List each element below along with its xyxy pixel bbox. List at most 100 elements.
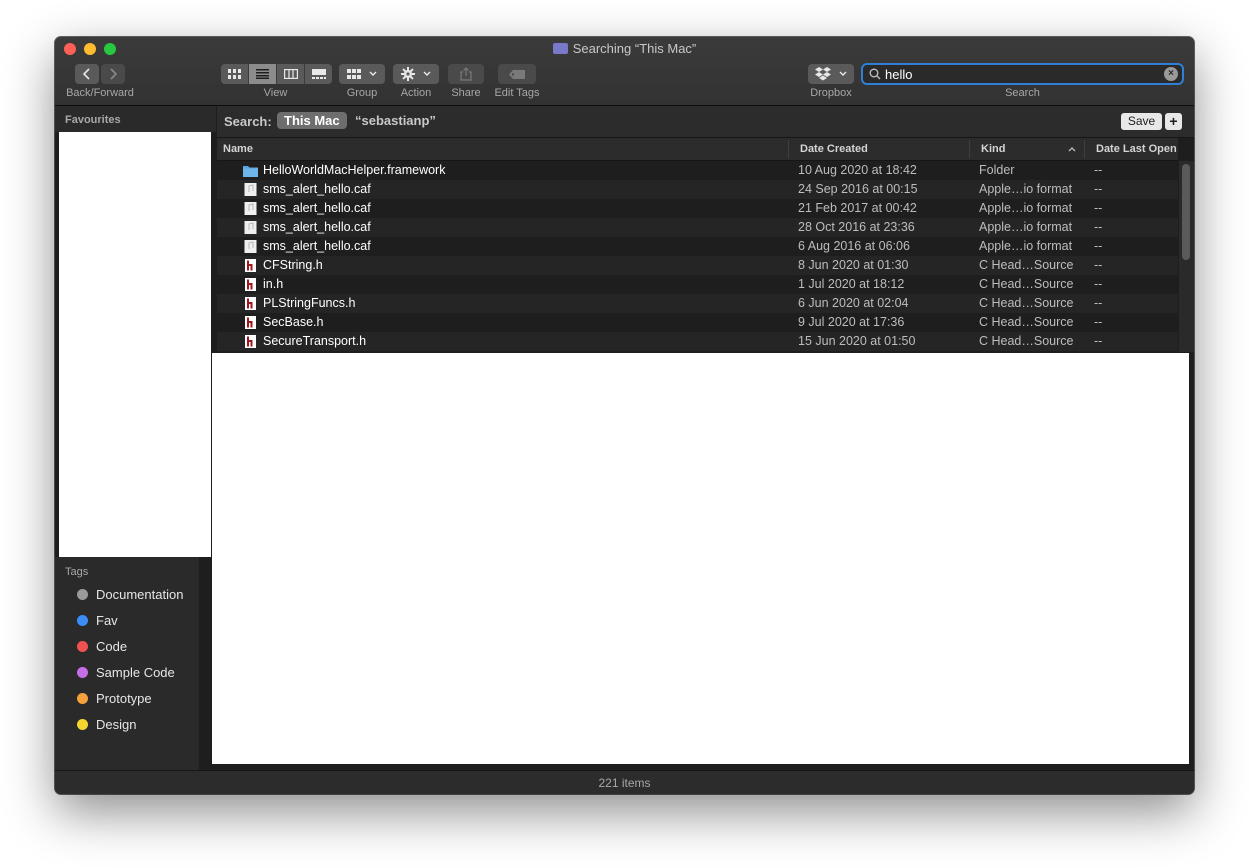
dropbox-label: Dropbox (810, 87, 852, 99)
scope-user-button[interactable]: “sebastianp” (355, 113, 436, 128)
group-icon (347, 69, 361, 79)
table-row[interactable]: sms_alert_hello.caf 6 Aug 2016 at 06:06 … (217, 237, 1178, 256)
gear-icon (401, 67, 415, 81)
scope-label: Search: (224, 114, 272, 129)
column-date-created[interactable]: Date Created (800, 142, 868, 156)
tag-dot-icon (77, 640, 88, 652)
audio-file-icon (244, 202, 257, 215)
sidebar-tag-sample-code[interactable]: Sample Code (77, 662, 175, 682)
tag-dot-icon (77, 692, 88, 704)
sidebar-tag-documentation[interactable]: Documentation (77, 584, 183, 604)
sidebar-tags: Tags Documentation Fav Code Sample Code … (55, 557, 199, 787)
column-view-button[interactable] (277, 64, 305, 84)
action-button[interactable] (393, 64, 439, 84)
tag-dot-icon (77, 666, 88, 678)
header-file-icon (245, 335, 256, 348)
sidebar-favourites-area (59, 132, 211, 557)
tag-dot-icon (77, 614, 88, 626)
favourites-heading: Favourites (65, 114, 121, 126)
chevron-down-icon (369, 71, 377, 76)
search-input[interactable] (881, 66, 1164, 82)
table-row[interactable]: sms_alert_hello.caf 21 Feb 2017 at 00:42… (217, 199, 1178, 218)
dropbox-icon (815, 67, 831, 81)
share-icon (460, 67, 472, 81)
table-row[interactable]: SecureTransport.h 15 Jun 2020 at 01:50 C… (217, 332, 1178, 351)
table-row[interactable]: SecBase.h 9 Jul 2020 at 17:36 C Head…Sou… (217, 313, 1178, 332)
column-kind[interactable]: Kind (981, 142, 1005, 156)
tag-icon (509, 69, 525, 79)
edit-tags-button[interactable] (498, 64, 536, 84)
content-area-blank (212, 353, 1189, 764)
grid-icon (228, 69, 241, 79)
table-row[interactable]: sms_alert_hello.caf 28 Oct 2016 at 23:36… (217, 218, 1178, 237)
table-row[interactable]: PLStringFuncs.h 6 Jun 2020 at 02:04 C He… (217, 294, 1178, 313)
share-button[interactable] (448, 64, 484, 84)
view-label: View (263, 87, 288, 99)
scope-this-mac-button[interactable]: This Mac (277, 112, 347, 129)
table-row[interactable]: sms_alert_hello.caf 24 Sep 2016 at 00:15… (217, 180, 1178, 199)
sidebar-tag-code[interactable]: Code (77, 636, 127, 656)
table-row[interactable]: CFString.h 8 Jun 2020 at 01:30 C Head…So… (217, 256, 1178, 275)
header-file-icon (245, 259, 256, 272)
add-criteria-button[interactable]: + (1165, 113, 1182, 130)
table-row[interactable]: in.h 1 Jul 2020 at 18:12 C Head…Source -… (217, 275, 1178, 294)
header-file-icon (245, 316, 256, 329)
search-label: Search (1005, 87, 1040, 99)
column-header: Name Date Created Kind Date Last Open (217, 138, 1178, 161)
list-icon (256, 69, 269, 79)
view-segmented-control (221, 64, 332, 84)
sidebar-tag-design[interactable]: Design (77, 714, 136, 734)
sidebar-tag-prototype[interactable]: Prototype (77, 688, 152, 708)
clear-search-icon[interactable]: × (1164, 67, 1178, 81)
back-forward-label: Back/Forward (66, 87, 134, 99)
back-button[interactable] (75, 64, 99, 84)
columns-icon (283, 69, 298, 79)
sort-ascending-icon (1068, 147, 1076, 152)
column-divider[interactable] (969, 140, 970, 158)
chevron-down-icon (423, 71, 431, 76)
edit-tags-label: Edit Tags (494, 87, 540, 99)
list-view-button[interactable] (249, 64, 277, 84)
icon-view-button[interactable] (221, 64, 249, 84)
folder-icon (243, 166, 258, 177)
column-divider[interactable] (788, 140, 789, 158)
column-name[interactable]: Name (223, 142, 253, 156)
chevron-left-icon (83, 68, 90, 80)
status-bar: 221 items (55, 770, 1194, 794)
search-folder-icon (552, 43, 568, 54)
search-scope-bar: Search: This Mac “sebastianp” Save + (217, 106, 1194, 138)
search-icon (869, 68, 881, 80)
header-file-icon (245, 297, 256, 310)
audio-file-icon (244, 240, 257, 253)
tag-dot-icon (77, 718, 88, 730)
window-title: Searching “This Mac” (55, 41, 1194, 57)
tags-heading: Tags (65, 566, 89, 578)
share-label: Share (451, 87, 481, 99)
table-row[interactable]: HelloWorldMacHelper.framework 10 Aug 202… (217, 161, 1178, 180)
group-label: Group (346, 87, 378, 99)
item-count: 221 items (598, 776, 651, 790)
scrollbar-thumb[interactable] (1182, 164, 1190, 260)
forward-button[interactable] (101, 64, 125, 84)
toolbar: Searching “This Mac” Back/Forward View G… (55, 37, 1194, 106)
chevron-right-icon (110, 68, 117, 80)
audio-file-icon (244, 183, 257, 196)
gallery-icon (311, 69, 326, 79)
dropbox-button[interactable] (808, 64, 854, 84)
header-file-icon (245, 278, 256, 291)
sidebar-tag-fav[interactable]: Fav (77, 610, 118, 630)
search-field[interactable]: × (861, 63, 1184, 85)
tag-dot-icon (77, 588, 88, 600)
vertical-scrollbar[interactable] (1179, 161, 1194, 352)
gallery-view-button[interactable] (305, 64, 332, 84)
column-divider[interactable] (1084, 140, 1085, 158)
audio-file-icon (244, 221, 257, 234)
finder-window: Searching “This Mac” Back/Forward View G… (55, 37, 1194, 794)
column-date-last-opened[interactable]: Date Last Open (1096, 142, 1177, 156)
file-list: HelloWorldMacHelper.framework 10 Aug 202… (217, 161, 1178, 352)
chevron-down-icon (839, 71, 847, 76)
action-label: Action (400, 87, 432, 99)
sidebar-favourites-header: Favourites (55, 106, 216, 132)
save-search-button[interactable]: Save (1121, 113, 1162, 130)
group-button[interactable] (339, 64, 385, 84)
